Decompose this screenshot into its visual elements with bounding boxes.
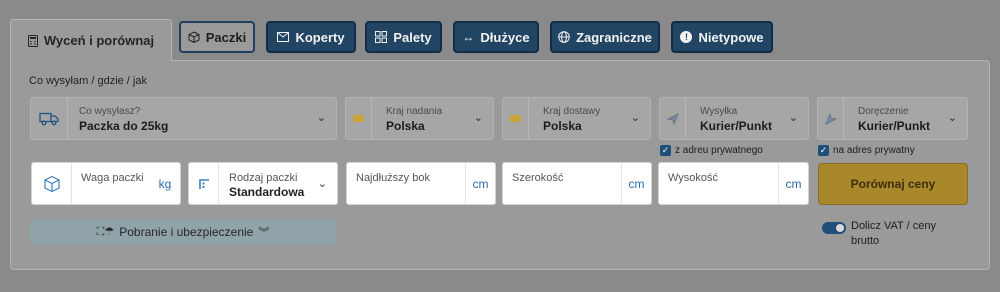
- chevron-down-icon: ⌄: [947, 112, 957, 124]
- chevron-down-icon: ⌄: [630, 112, 640, 124]
- weight-unit: kg: [158, 176, 172, 191]
- envelope-icon: [277, 32, 290, 42]
- tab-international[interactable]: Zagraniczne: [550, 21, 660, 53]
- longest-side-input[interactable]: Najdłuższy bok cm: [346, 162, 496, 205]
- long-arrow-icon: ↔: [462, 30, 475, 44]
- what-select[interactable]: Co wysyłasz? Paczka do 25kg ⌄: [30, 97, 337, 140]
- section-label: Co wysyłam / gdzie / jak: [29, 75, 147, 87]
- weight-label: Waga paczki: [81, 172, 144, 184]
- from-country-value: Polska: [386, 119, 425, 133]
- weight-input[interactable]: Waga paczki kg: [31, 162, 181, 205]
- compare-prices-button[interactable]: Porównaj ceny: [818, 163, 968, 205]
- chevron-down-icon: ⌄: [788, 112, 798, 124]
- width-label: Szerokość: [512, 172, 564, 184]
- to-country-label: Kraj dostawy: [543, 106, 601, 117]
- checkbox-label: na adres prywatny: [833, 145, 915, 156]
- width-input[interactable]: Szerokość cm: [502, 162, 652, 205]
- vat-switch[interactable]: [822, 222, 846, 234]
- pallet-icon: [375, 31, 388, 43]
- flag-poland-icon: [346, 98, 372, 139]
- longest-side-label: Najdłuższy bok: [356, 172, 430, 184]
- what-value: Paczka do 25kg: [79, 119, 169, 133]
- shipping-select[interactable]: Wysyłka Kurier/Punkt ⌄: [659, 97, 809, 140]
- box-icon: [188, 31, 200, 43]
- chevron-down-icon: ⌄: [473, 112, 483, 124]
- private-address-to-checkbox[interactable]: ✓ na adres prywatny: [818, 145, 915, 156]
- delivery-select[interactable]: Doręczenie Kurier/Punkt ⌄: [817, 97, 968, 140]
- tab-price-compare[interactable]: Wyceń i porównaj: [10, 19, 172, 61]
- tab-long-items[interactable]: ↔ Dłużyce: [453, 21, 539, 53]
- calculator-icon: [27, 34, 38, 47]
- tab-label: Palety: [393, 29, 432, 45]
- tab-label: Zagraniczne: [576, 29, 652, 45]
- height-input[interactable]: Wysokość cm: [658, 162, 809, 205]
- checkmark-icon: ✓: [818, 145, 829, 156]
- exclamation-icon: !: [680, 31, 693, 43]
- cod-insurance-label: Pobranie i ubezpieczenie: [119, 225, 254, 239]
- width-unit: cm: [621, 163, 651, 204]
- send-icon: [660, 98, 686, 139]
- tab-envelopes[interactable]: Koperty: [266, 21, 356, 53]
- tab-label: Wyceń i porównaj: [43, 33, 155, 48]
- vat-label: Dolicz VAT / ceny brutto: [851, 220, 936, 247]
- tab-parcels[interactable]: Paczki: [179, 21, 255, 53]
- from-country-select[interactable]: Kraj nadania Polska ⌄: [345, 97, 494, 140]
- longest-side-unit: cm: [465, 163, 495, 204]
- private-address-from-checkbox[interactable]: ✓ z adreu prywatnego: [660, 145, 763, 156]
- package-type-select[interactable]: Rodzaj paczki Standardowa ⌄: [188, 162, 338, 205]
- cod-insurance-toggle[interactable]: ⛶☂ Pobranie i ubezpieczenie ︾: [30, 219, 336, 245]
- height-unit: cm: [778, 163, 808, 204]
- checkbox-label: z adreu prywatnego: [675, 145, 763, 156]
- tab-non-standard[interactable]: ! Nietypowe: [671, 21, 773, 53]
- height-label: Wysokość: [668, 172, 719, 184]
- chevron-down-icon: ⌄: [317, 178, 327, 190]
- package-type-value: Standardowa: [229, 185, 305, 199]
- checkmark-icon: ✓: [660, 145, 671, 156]
- money-umbrella-icon: ⛶☂: [96, 226, 115, 238]
- from-country-label: Kraj nadania: [386, 106, 443, 117]
- truck-icon: [31, 98, 68, 139]
- delivery-value: Kurier/Punkt: [858, 119, 931, 133]
- flag-poland-icon: [503, 98, 529, 139]
- what-label: Co wysyłasz?: [79, 106, 141, 117]
- chevron-down-icon: ⌄: [316, 112, 326, 124]
- tab-label: Dłużyce: [480, 29, 530, 45]
- shipping-value: Kurier/Punkt: [700, 119, 773, 133]
- tab-label: Nietypowe: [698, 29, 764, 45]
- globe-icon: [558, 31, 570, 43]
- cube-icon: [32, 163, 72, 204]
- tab-label: Paczki: [205, 29, 247, 45]
- tab-pallets[interactable]: Palety: [365, 21, 442, 53]
- delivery-label: Doręczenie: [858, 106, 909, 117]
- double-chevron-down-icon: ︾: [258, 227, 270, 239]
- to-country-value: Polska: [543, 119, 582, 133]
- package-type-label: Rodzaj paczki: [229, 172, 298, 184]
- receive-icon: [818, 98, 844, 139]
- to-country-select[interactable]: Kraj dostawy Polska ⌄: [502, 97, 651, 140]
- shipping-label: Wysyłka: [700, 106, 738, 117]
- tab-label: Koperty: [295, 29, 345, 45]
- package-type-icon: [189, 163, 219, 204]
